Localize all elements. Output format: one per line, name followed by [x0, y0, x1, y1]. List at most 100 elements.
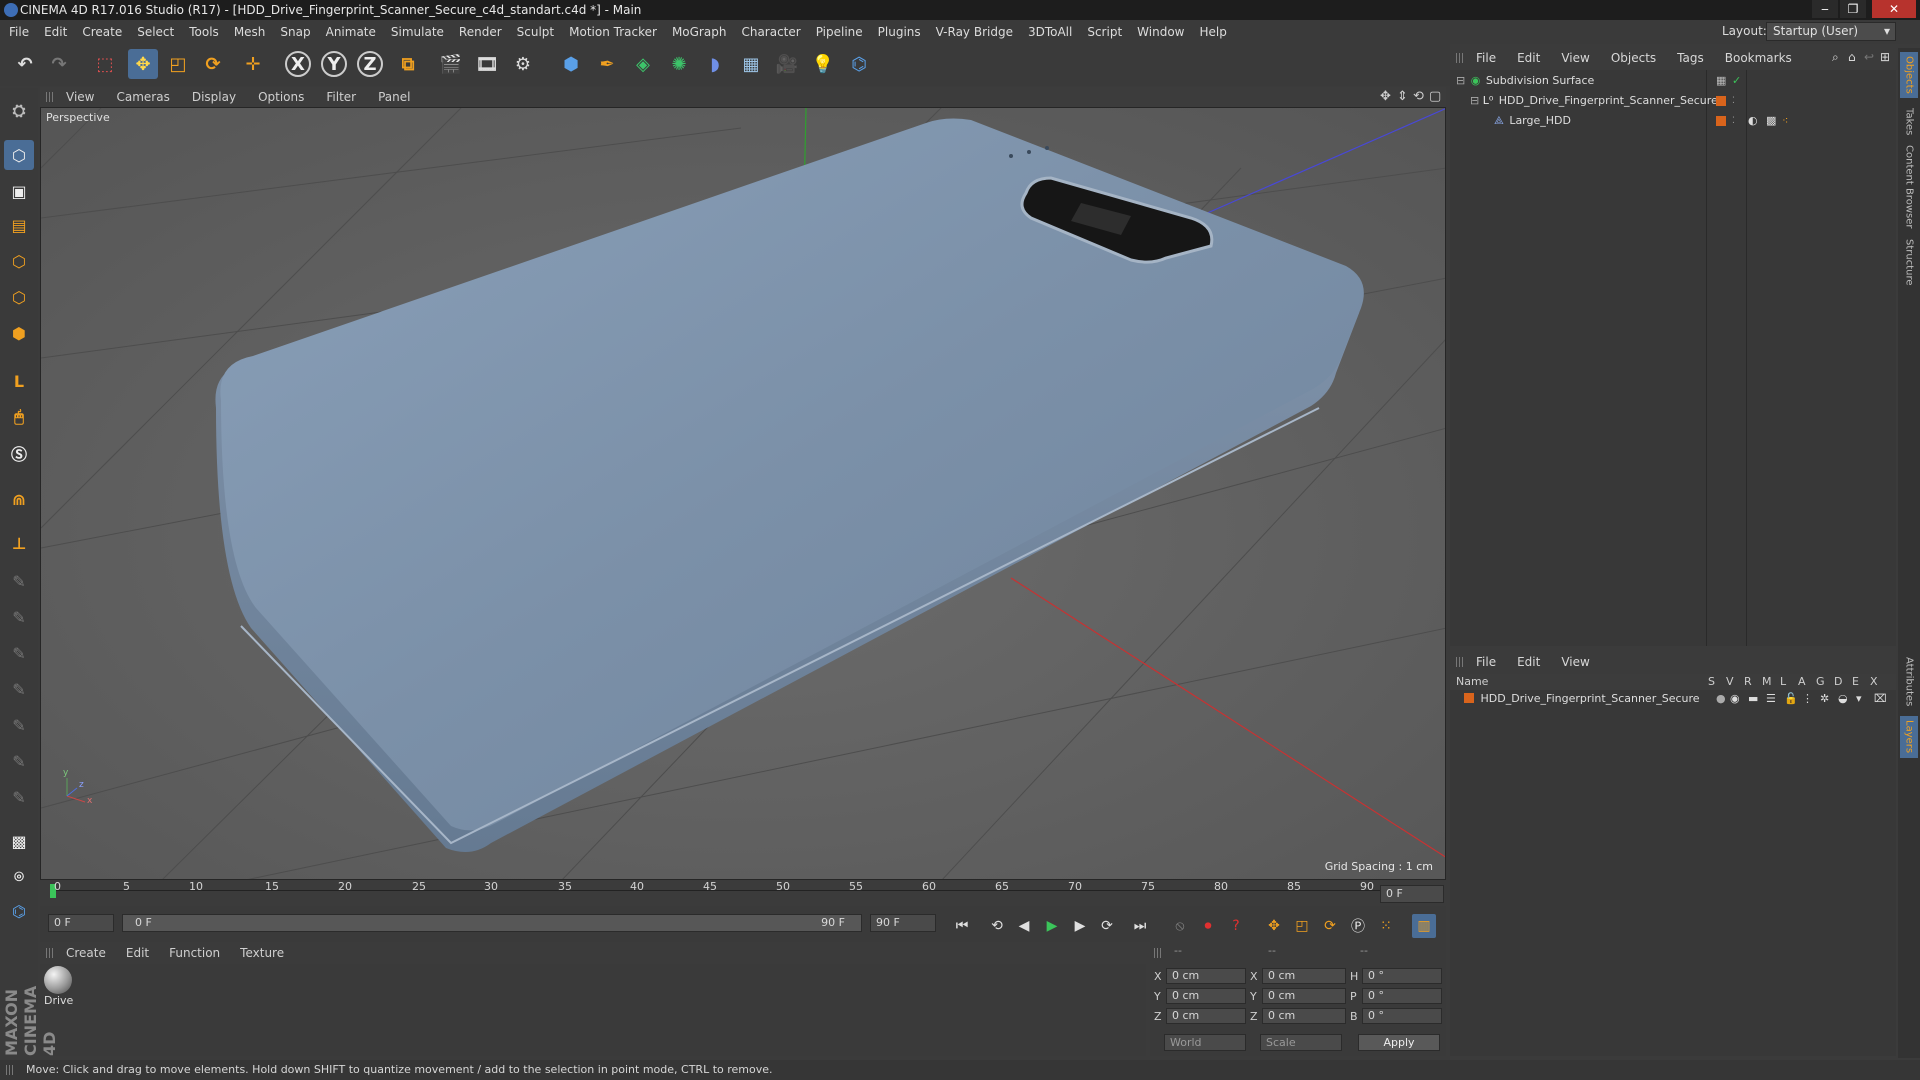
axis-y-button[interactable]: Y	[321, 51, 347, 77]
go-to-start-button[interactable]: ⏮	[950, 914, 974, 938]
viewport-menu-display[interactable]: Display	[192, 90, 236, 104]
timeline-frame-field[interactable]: 0 F	[1380, 885, 1444, 903]
subdivision-button[interactable]: ◈	[628, 49, 658, 79]
menu-character[interactable]: Character	[741, 25, 800, 39]
live-selection-button[interactable]: ⬚	[90, 49, 120, 79]
viewport-menu-panel[interactable]: Panel	[378, 90, 410, 104]
sculpt-brush-3-button[interactable]: ✎	[4, 638, 34, 668]
eye-icon[interactable]: ◉	[1730, 690, 1740, 708]
rotation-b-field[interactable]: 0 °	[1362, 1008, 1442, 1024]
xref-icon[interactable]: ⌧	[1874, 690, 1887, 708]
sculpt-brush-6-button[interactable]: ✎	[4, 746, 34, 776]
render-picture-viewer-button[interactable]: 🎞	[472, 49, 502, 79]
menu-create[interactable]: Create	[82, 25, 122, 39]
search-icon[interactable]: ⌕	[1832, 50, 1839, 65]
menu-select[interactable]: Select	[137, 25, 174, 39]
render-icon[interactable]: ▬	[1748, 690, 1758, 708]
viewport-menu-view[interactable]: View	[66, 90, 94, 104]
lm-menu-view[interactable]: View	[1561, 655, 1589, 669]
axis-z-button[interactable]: Z	[357, 51, 383, 77]
menu-snap[interactable]: Snap	[280, 25, 310, 39]
key-parameter-button[interactable]: Ⓟ	[1346, 914, 1370, 938]
menu-vray-bridge[interactable]: V-Ray Bridge	[936, 25, 1013, 39]
python-button[interactable]: ⌬	[844, 49, 874, 79]
size-z-field[interactable]: 0 cm	[1262, 1008, 1346, 1024]
menu-motion-tracker[interactable]: Motion Tracker	[569, 25, 657, 39]
tab-structure[interactable]: Structure	[1900, 234, 1918, 290]
redo-button[interactable]: ↷	[44, 49, 74, 79]
next-frame-button[interactable]: ▶	[1068, 914, 1092, 938]
menu-mesh[interactable]: Mesh	[234, 25, 266, 39]
size-x-field[interactable]: 0 cm	[1262, 968, 1346, 984]
render-settings-button[interactable]: ⚙	[508, 49, 538, 79]
menu-script[interactable]: Script	[1087, 25, 1122, 39]
make-editable-button[interactable]: ⛭	[4, 96, 34, 126]
lm-menu-file[interactable]: File	[1476, 655, 1496, 669]
layout-select[interactable]: Startup (User) ▾	[1766, 22, 1896, 41]
next-key-button[interactable]: ⟳	[1095, 914, 1119, 938]
3d-viewport[interactable]: Perspective y x z Grid Spacing : 1 cm	[40, 107, 1446, 880]
enable-axis-button[interactable]: L	[4, 366, 34, 396]
magnet-button[interactable]: ⋒	[4, 484, 34, 514]
collapse-icon[interactable]: ⊟	[1456, 74, 1465, 87]
rotate-tool-button[interactable]: ⟳	[198, 49, 228, 79]
layer-color-swatch[interactable]	[1464, 693, 1474, 703]
model-mode-button[interactable]: ⬡	[4, 140, 34, 170]
size-y-field[interactable]: 0 cm	[1262, 988, 1346, 1004]
key-position-button[interactable]: ✥	[1262, 914, 1286, 938]
menu-window[interactable]: Window	[1137, 25, 1184, 39]
deformer-button[interactable]: ◗	[700, 49, 730, 79]
polygons-mode-button[interactable]: ⬢	[4, 318, 34, 348]
snap-button[interactable]: Ⓢ	[4, 438, 34, 468]
viewport-maximize-icon[interactable]: ▢	[1429, 89, 1441, 104]
checker-grid-button[interactable]: ▩	[4, 826, 34, 856]
current-frame-field[interactable]: 0 F	[48, 914, 114, 932]
generator-icon[interactable]: ✲	[1820, 690, 1829, 708]
light-button[interactable]: 💡	[808, 49, 838, 79]
cube-button[interactable]: ⬢	[556, 49, 586, 79]
solo-icon[interactable]: ●	[1716, 690, 1726, 708]
visibility-dots-icon[interactable]: ⁚	[1732, 92, 1735, 110]
scale-tool-button[interactable]: ◰	[163, 49, 193, 79]
layer-color-swatch[interactable]	[1716, 116, 1726, 126]
previous-key-button[interactable]: ⟲	[985, 914, 1009, 938]
timeline-ruler[interactable]: 0 5 10 15 20 25 30 35 40 45 50 55 60 65 …	[40, 880, 1446, 906]
move-tool-button[interactable]: ✥	[128, 49, 158, 79]
viewport-move-icon[interactable]: ✥	[1380, 89, 1391, 104]
timeline-window-button[interactable]: ▥	[1412, 914, 1436, 938]
om-menu-objects[interactable]: Objects	[1611, 51, 1656, 65]
material-menu-create[interactable]: Create	[66, 946, 106, 960]
tab-attributes[interactable]: Attributes	[1900, 654, 1918, 710]
python-script-button[interactable]: ⌬	[4, 896, 34, 926]
viewport-menu-cameras[interactable]: Cameras	[116, 90, 169, 104]
end-frame-field[interactable]: 90 F	[870, 914, 936, 932]
back-icon[interactable]: ↩	[1864, 50, 1874, 64]
floor-button[interactable]: ▦	[736, 49, 766, 79]
object-row[interactable]: ⟁ Large_HDD ⁚ ◐ ▩ ⁖	[1486, 112, 1890, 130]
sculpt-brush-1-button[interactable]: ✎	[4, 566, 34, 596]
keyframe-selection-button[interactable]: ?	[1224, 914, 1248, 938]
spline-pen-button[interactable]: ✒	[592, 49, 622, 79]
animation-icon[interactable]: ⋮	[1802, 690, 1813, 708]
key-pla-button[interactable]: ⁙	[1374, 914, 1398, 938]
menu-pipeline[interactable]: Pipeline	[816, 25, 863, 39]
transform-mode-select[interactable]: Scale	[1260, 1034, 1342, 1051]
phong-tag-icon[interactable]: ◐	[1748, 112, 1758, 130]
layer-row[interactable]: HDD_Drive_Fingerprint_Scanner_Secure ● ◉…	[1456, 690, 1892, 708]
sculpt-brush-7-button[interactable]: ✎	[4, 782, 34, 812]
menu-simulate[interactable]: Simulate	[391, 25, 444, 39]
rotation-p-field[interactable]: 0 °	[1362, 988, 1442, 1004]
record-active-button[interactable]: ⦸	[1168, 914, 1192, 938]
position-y-field[interactable]: 0 cm	[1166, 988, 1246, 1004]
texture-mode-button[interactable]: ▣	[4, 176, 34, 206]
menu-sculpt[interactable]: Sculpt	[517, 25, 554, 39]
sculpt-brush-5-button[interactable]: ✎	[4, 710, 34, 740]
lock-icon[interactable]: 🔓	[1784, 690, 1798, 708]
tab-content-browser[interactable]: Content Browser	[1900, 144, 1918, 230]
viewport-zoom-icon[interactable]: ⇕	[1397, 89, 1408, 104]
frame-range-slider[interactable]: 0 F 90 F	[122, 914, 862, 932]
position-x-field[interactable]: 0 cm	[1166, 968, 1246, 984]
viewport-menu-options[interactable]: Options	[258, 90, 304, 104]
position-z-field[interactable]: 0 cm	[1166, 1008, 1246, 1024]
material-swatch[interactable]: Drive	[44, 966, 73, 1007]
